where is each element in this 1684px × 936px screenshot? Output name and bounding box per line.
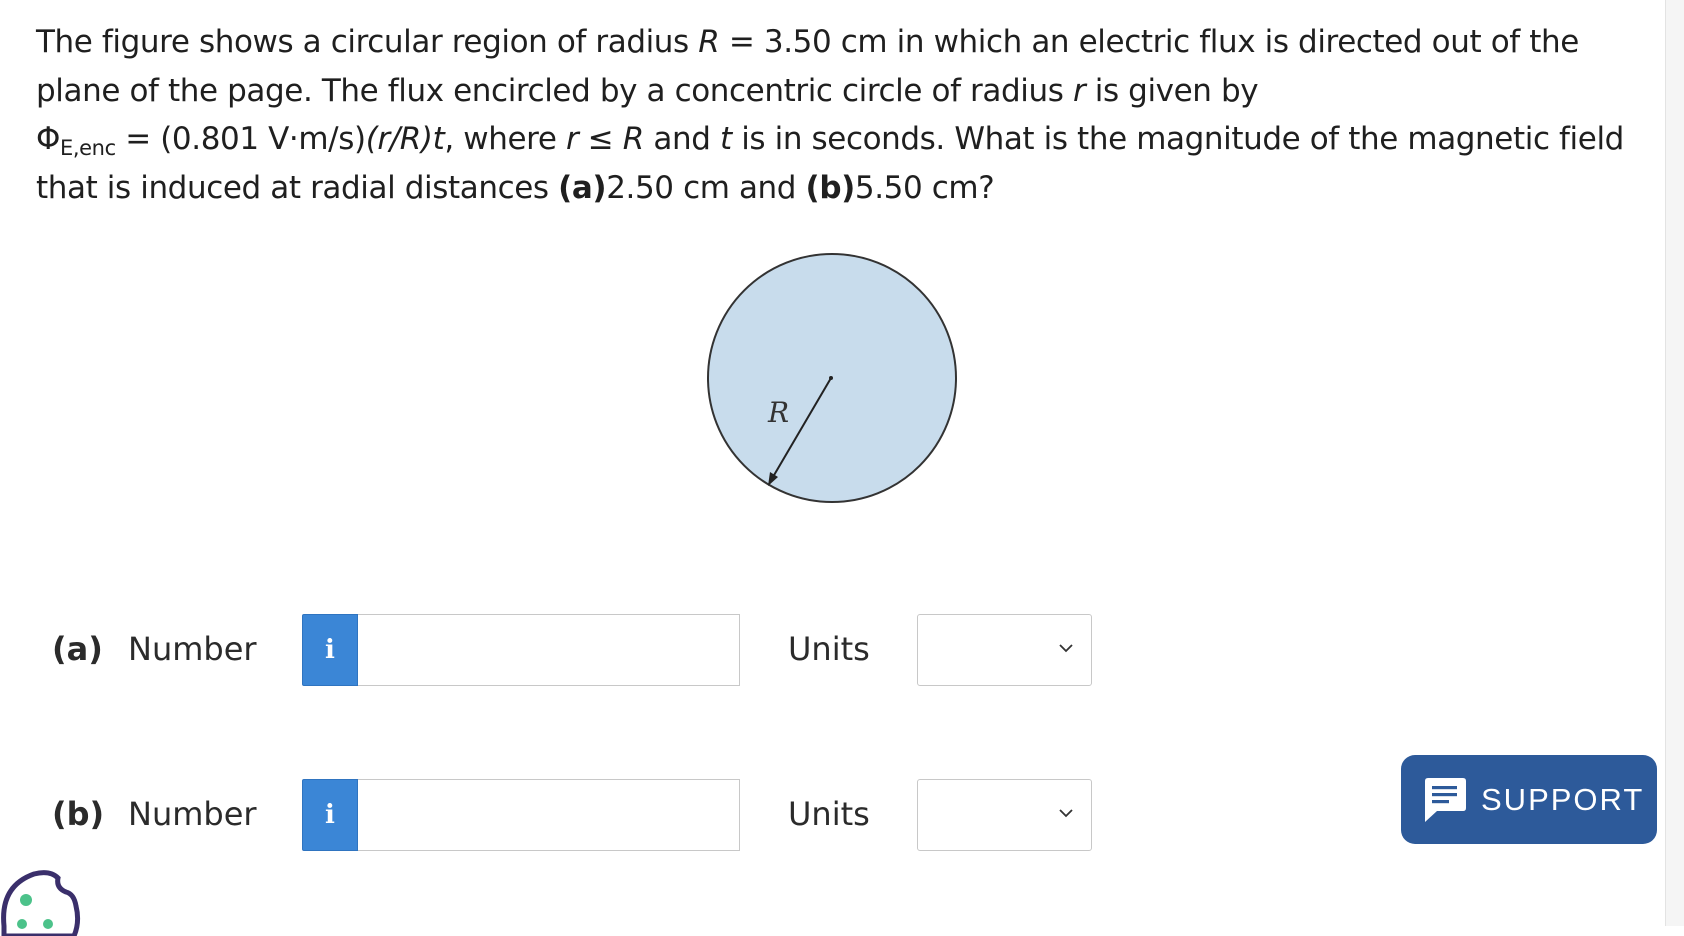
number-input-b[interactable] bbox=[358, 779, 740, 851]
question-line-4: that is induced at radial distances (a)2… bbox=[36, 169, 995, 206]
info-button[interactable]: i bbox=[302, 779, 358, 851]
support-label: SUPPORT bbox=[1481, 781, 1645, 817]
number-label: Number bbox=[128, 630, 257, 668]
question-line-2: plane of the page. The flux encircled by… bbox=[36, 72, 1259, 109]
question-line-1: The figure shows a circular region of ra… bbox=[36, 24, 1579, 60]
question-line-3: ΦE,enc = (0.801 V·m/s)(r/R)t, where r ≤ … bbox=[36, 121, 1624, 160]
units-label: Units bbox=[788, 630, 870, 668]
radius-label: R bbox=[767, 396, 789, 429]
units-select-a[interactable] bbox=[917, 614, 1092, 686]
units-label: Units bbox=[788, 795, 870, 833]
circular-region-figure: R bbox=[707, 253, 957, 503]
info-icon: i bbox=[325, 800, 335, 830]
number-input-a[interactable] bbox=[358, 614, 740, 686]
answer-row-a: (a) Number i Units bbox=[0, 614, 1200, 686]
info-button[interactable]: i bbox=[302, 614, 358, 686]
number-label: Number bbox=[128, 795, 257, 833]
units-select-b[interactable] bbox=[917, 779, 1092, 851]
chat-icon bbox=[1425, 777, 1466, 822]
scrollbar-track[interactable] bbox=[1665, 0, 1684, 926]
part-label: (b) bbox=[52, 795, 105, 833]
support-button[interactable]: SUPPORT bbox=[1401, 755, 1657, 844]
chevron-down-icon bbox=[1059, 809, 1073, 818]
chevron-down-icon bbox=[1059, 644, 1073, 653]
part-label: (a) bbox=[52, 630, 103, 668]
info-icon: i bbox=[325, 635, 335, 665]
radius-center-dot bbox=[829, 376, 833, 380]
answer-row-b: (b) Number i Units bbox=[0, 779, 1200, 851]
question-text: The figure shows a circular region of ra… bbox=[36, 18, 1646, 212]
